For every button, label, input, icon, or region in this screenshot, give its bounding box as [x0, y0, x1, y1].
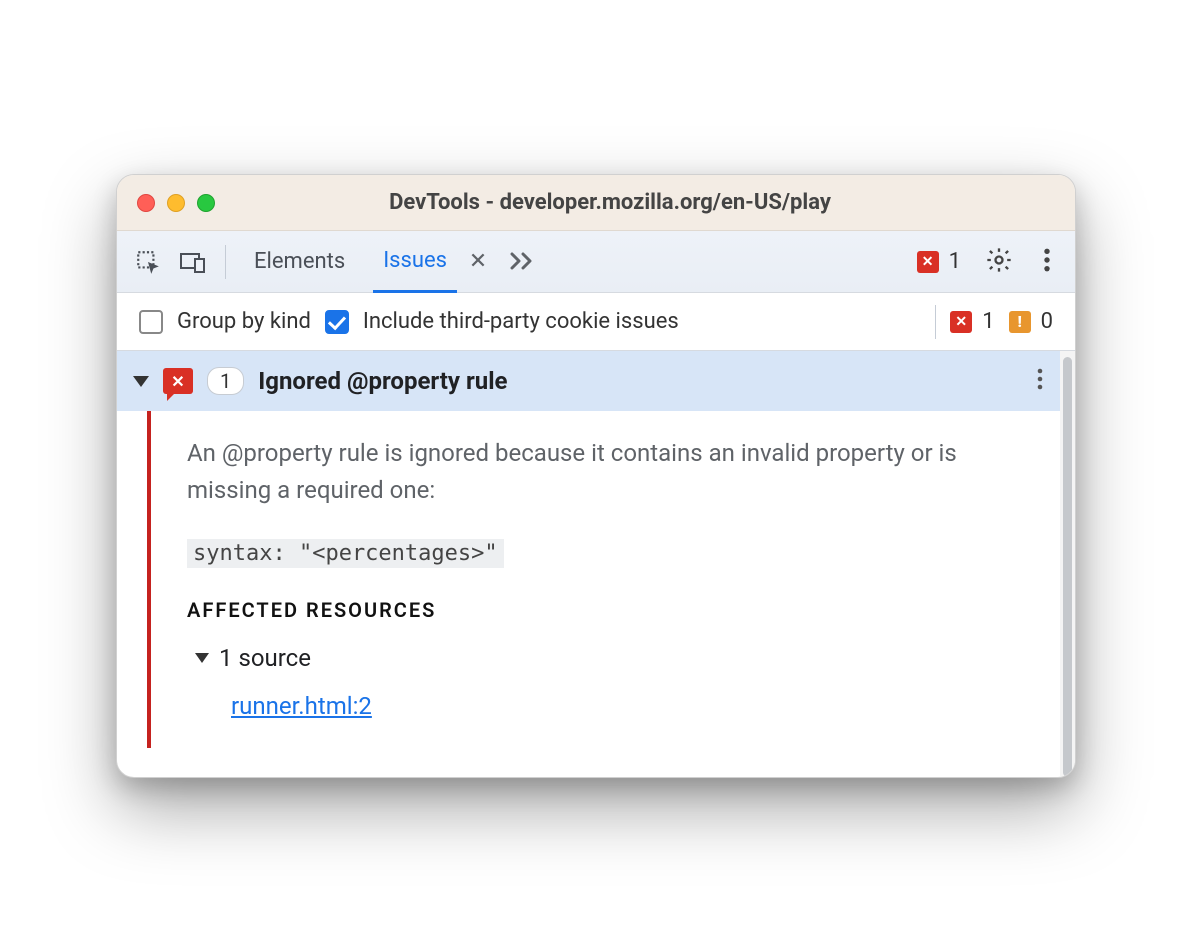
device-toggle-icon[interactable] — [179, 249, 207, 275]
divider — [225, 245, 226, 279]
filter-error-indicator[interactable]: ✕ 1 — [950, 309, 994, 334]
scrollbar[interactable] — [1060, 351, 1075, 777]
affected-resources-heading: Affected Resources — [187, 598, 1032, 622]
third-party-checkbox[interactable] — [325, 310, 349, 334]
group-by-kind-label: Group by kind — [177, 309, 311, 334]
close-tab-icon[interactable] — [469, 250, 487, 274]
window-title: DevTools - developer.mozilla.org/en-US/p… — [245, 190, 1055, 215]
close-window-button[interactable] — [137, 194, 155, 212]
error-icon: ✕ — [917, 251, 939, 273]
group-by-kind-checkbox[interactable] — [139, 310, 163, 334]
window-titlebar: DevTools - developer.mozilla.org/en-US/p… — [117, 175, 1075, 231]
filter-warn-indicator[interactable]: ! 0 — [1009, 309, 1053, 334]
zoom-window-button[interactable] — [197, 194, 215, 212]
filter-warn-count: 0 — [1041, 309, 1053, 334]
warn-icon: ! — [1009, 311, 1031, 333]
tabbar-error-indicator[interactable]: ✕ 1 — [917, 249, 961, 274]
scrollbar-thumb[interactable] — [1063, 357, 1072, 777]
affected-source-toggle[interactable]: 1 source — [195, 644, 1032, 672]
tab-elements[interactable]: Elements — [244, 231, 355, 292]
tab-issues[interactable]: Issues — [373, 232, 457, 293]
chevron-down-icon — [195, 653, 209, 663]
filter-error-count: 1 — [982, 309, 994, 334]
issue-code: syntax: "<percentages>" — [187, 539, 504, 568]
issues-filterbar: Group by kind Include third-party cookie… — [117, 293, 1075, 351]
error-count: 1 — [949, 249, 961, 274]
issue-menu-icon[interactable] — [1036, 367, 1044, 395]
main-tabstrip: Elements Issues ✕ 1 — [117, 231, 1075, 293]
issue-body: An @property rule is ignored because it … — [117, 411, 1060, 748]
traffic-lights — [137, 194, 215, 212]
issue-header[interactable]: ✕ 1 Ignored @property rule — [117, 351, 1060, 411]
minimize-window-button[interactable] — [167, 194, 185, 212]
more-menu-icon[interactable] — [1037, 241, 1057, 283]
expand-icon — [133, 376, 149, 387]
issues-content: ✕ 1 Ignored @property rule An @property … — [117, 351, 1075, 777]
source-link[interactable]: runner.html:2 — [231, 692, 372, 720]
third-party-label: Include third-party cookie issues — [363, 309, 679, 334]
devtools-window: DevTools - developer.mozilla.org/en-US/p… — [116, 174, 1076, 778]
more-tabs-icon[interactable] — [509, 249, 539, 275]
issue-title: Ignored @property rule — [258, 367, 1022, 395]
inspect-element-icon[interactable] — [135, 249, 161, 275]
settings-icon[interactable] — [979, 240, 1019, 284]
error-icon: ✕ — [950, 311, 972, 333]
issue-description: An @property rule is ignored because it … — [187, 435, 1032, 509]
divider — [935, 305, 936, 339]
source-count-label: 1 source — [219, 644, 311, 672]
issues-main: ✕ 1 Ignored @property rule An @property … — [117, 351, 1060, 777]
issue-count-pill: 1 — [207, 367, 244, 395]
error-chat-icon: ✕ — [163, 368, 193, 394]
